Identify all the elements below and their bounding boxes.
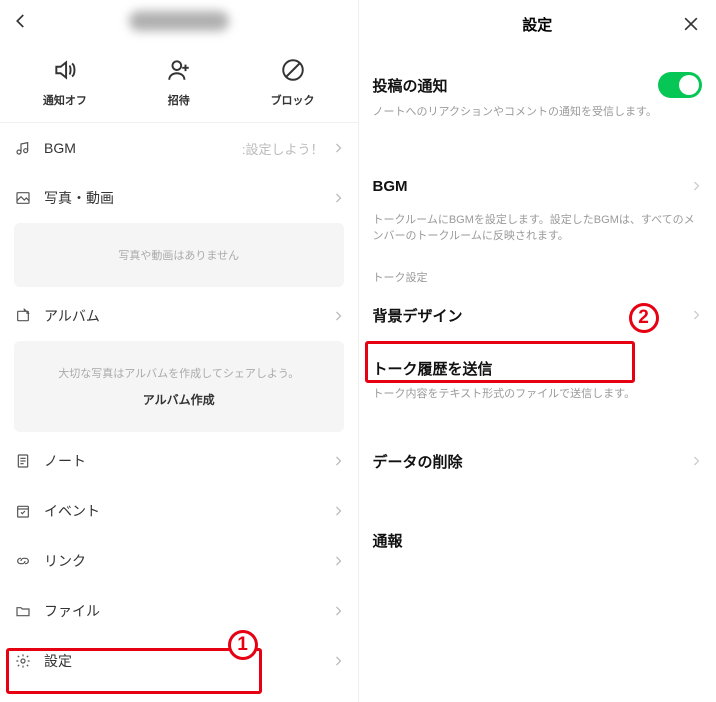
image-icon — [14, 189, 32, 207]
report-title: 通報 — [373, 530, 403, 551]
album-row[interactable]: アルバム — [0, 291, 358, 341]
bgm-sub: :設定しよう！ — [242, 139, 324, 158]
contact-name-blurred — [129, 11, 229, 31]
send-history-title: トーク履歴を送信 — [373, 358, 493, 379]
bgm-label: BGM — [44, 140, 76, 156]
post-notif-toggle[interactable] — [658, 72, 702, 98]
album-empty-card: 大切な写真はアルバムを作成してシェアしよう。 アルバム作成 — [14, 341, 344, 432]
settings-row[interactable]: 設定 — [0, 636, 358, 686]
link-label: リンク — [44, 551, 86, 571]
chevron-right-icon — [332, 655, 344, 667]
back-icon[interactable] — [12, 12, 30, 30]
gear-icon — [14, 652, 32, 670]
invite-label: 招待 — [168, 92, 190, 108]
photos-empty-text: 写真や動画はありません — [22, 247, 336, 263]
block-button[interactable]: ブロック — [271, 56, 315, 108]
note-row[interactable]: ノート — [0, 436, 358, 486]
chevron-right-icon — [332, 142, 344, 154]
delete-data-title: データの削除 — [373, 451, 463, 472]
bgm-setting-row[interactable]: BGM — [359, 162, 716, 211]
post-notif-title: 投稿の通知 — [373, 75, 448, 96]
link-row[interactable]: リンク — [0, 536, 358, 586]
album-label: アルバム — [44, 306, 100, 326]
delete-data-row[interactable]: データの削除 — [359, 435, 716, 488]
chevron-right-icon — [332, 505, 344, 517]
mute-button[interactable]: 通知オフ — [43, 56, 87, 108]
note-label: ノート — [44, 451, 86, 471]
link-icon — [14, 552, 32, 570]
profile-panel: 通知オフ 招待 ブロック BGM :設定しよう！ 写真・動画 — [0, 0, 359, 702]
chevron-right-icon — [690, 455, 702, 467]
speaker-icon — [51, 56, 79, 84]
bgm-row[interactable]: BGM :設定しよう！ — [0, 123, 358, 173]
right-header: 設定 — [359, 0, 716, 48]
note-icon — [14, 452, 32, 470]
bg-design-row[interactable]: 背景デザイン — [359, 289, 716, 342]
file-label: ファイル — [44, 601, 100, 621]
action-row: 通知オフ 招待 ブロック — [0, 42, 358, 123]
settings-label: 設定 — [44, 651, 72, 671]
block-label: ブロック — [271, 92, 315, 108]
album-create-button[interactable]: アルバム作成 — [22, 391, 336, 408]
album-hint: 大切な写真はアルバムを作成してシェアしよう。 — [22, 365, 336, 381]
photos-row[interactable]: 写真・動画 — [0, 173, 358, 223]
music-icon — [14, 139, 32, 157]
bg-design-title: 背景デザイン — [373, 305, 463, 326]
left-header — [0, 0, 358, 42]
photos-empty-card: 写真や動画はありません — [14, 223, 344, 287]
settings-panel: 設定 投稿の通知 ノートへのリアクションやコメントの通知を受信します。 BGM … — [359, 0, 716, 702]
bgm-title: BGM — [373, 178, 408, 195]
close-button[interactable] — [680, 13, 702, 35]
invite-button[interactable]: 招待 — [165, 56, 193, 108]
mute-label: 通知オフ — [43, 92, 87, 108]
photos-label: 写真・動画 — [44, 188, 114, 208]
chevron-right-icon — [332, 192, 344, 204]
talk-section-label: トーク設定 — [359, 251, 716, 289]
send-history-row[interactable]: トーク履歴を送信 — [359, 342, 716, 385]
post-notif-block: 投稿の通知 ノートへのリアクションやコメントの通知を受信します。 — [359, 48, 716, 132]
send-history-desc: トーク内容をテキスト形式のファイルで送信します。 — [359, 385, 716, 409]
event-label: イベント — [44, 501, 100, 521]
chevron-right-icon — [332, 455, 344, 467]
bgm-desc: トークルームにBGMを設定します。設定したBGMは、すべてのメンバーのトークルー… — [359, 211, 716, 251]
post-notif-desc: ノートへのリアクションやコメントの通知を受信します。 — [373, 104, 703, 128]
settings-title: 設定 — [522, 14, 552, 35]
folder-icon — [14, 602, 32, 620]
album-icon — [14, 307, 32, 325]
chevron-right-icon — [332, 555, 344, 567]
chevron-right-icon — [690, 309, 702, 321]
block-icon — [279, 56, 307, 84]
report-row[interactable]: 通報 — [359, 514, 716, 567]
file-row[interactable]: ファイル — [0, 586, 358, 636]
event-row[interactable]: イベント — [0, 486, 358, 536]
person-plus-icon — [165, 56, 193, 84]
chevron-right-icon — [332, 605, 344, 617]
chevron-right-icon — [690, 180, 702, 192]
chevron-right-icon — [332, 310, 344, 322]
calendar-check-icon — [14, 502, 32, 520]
